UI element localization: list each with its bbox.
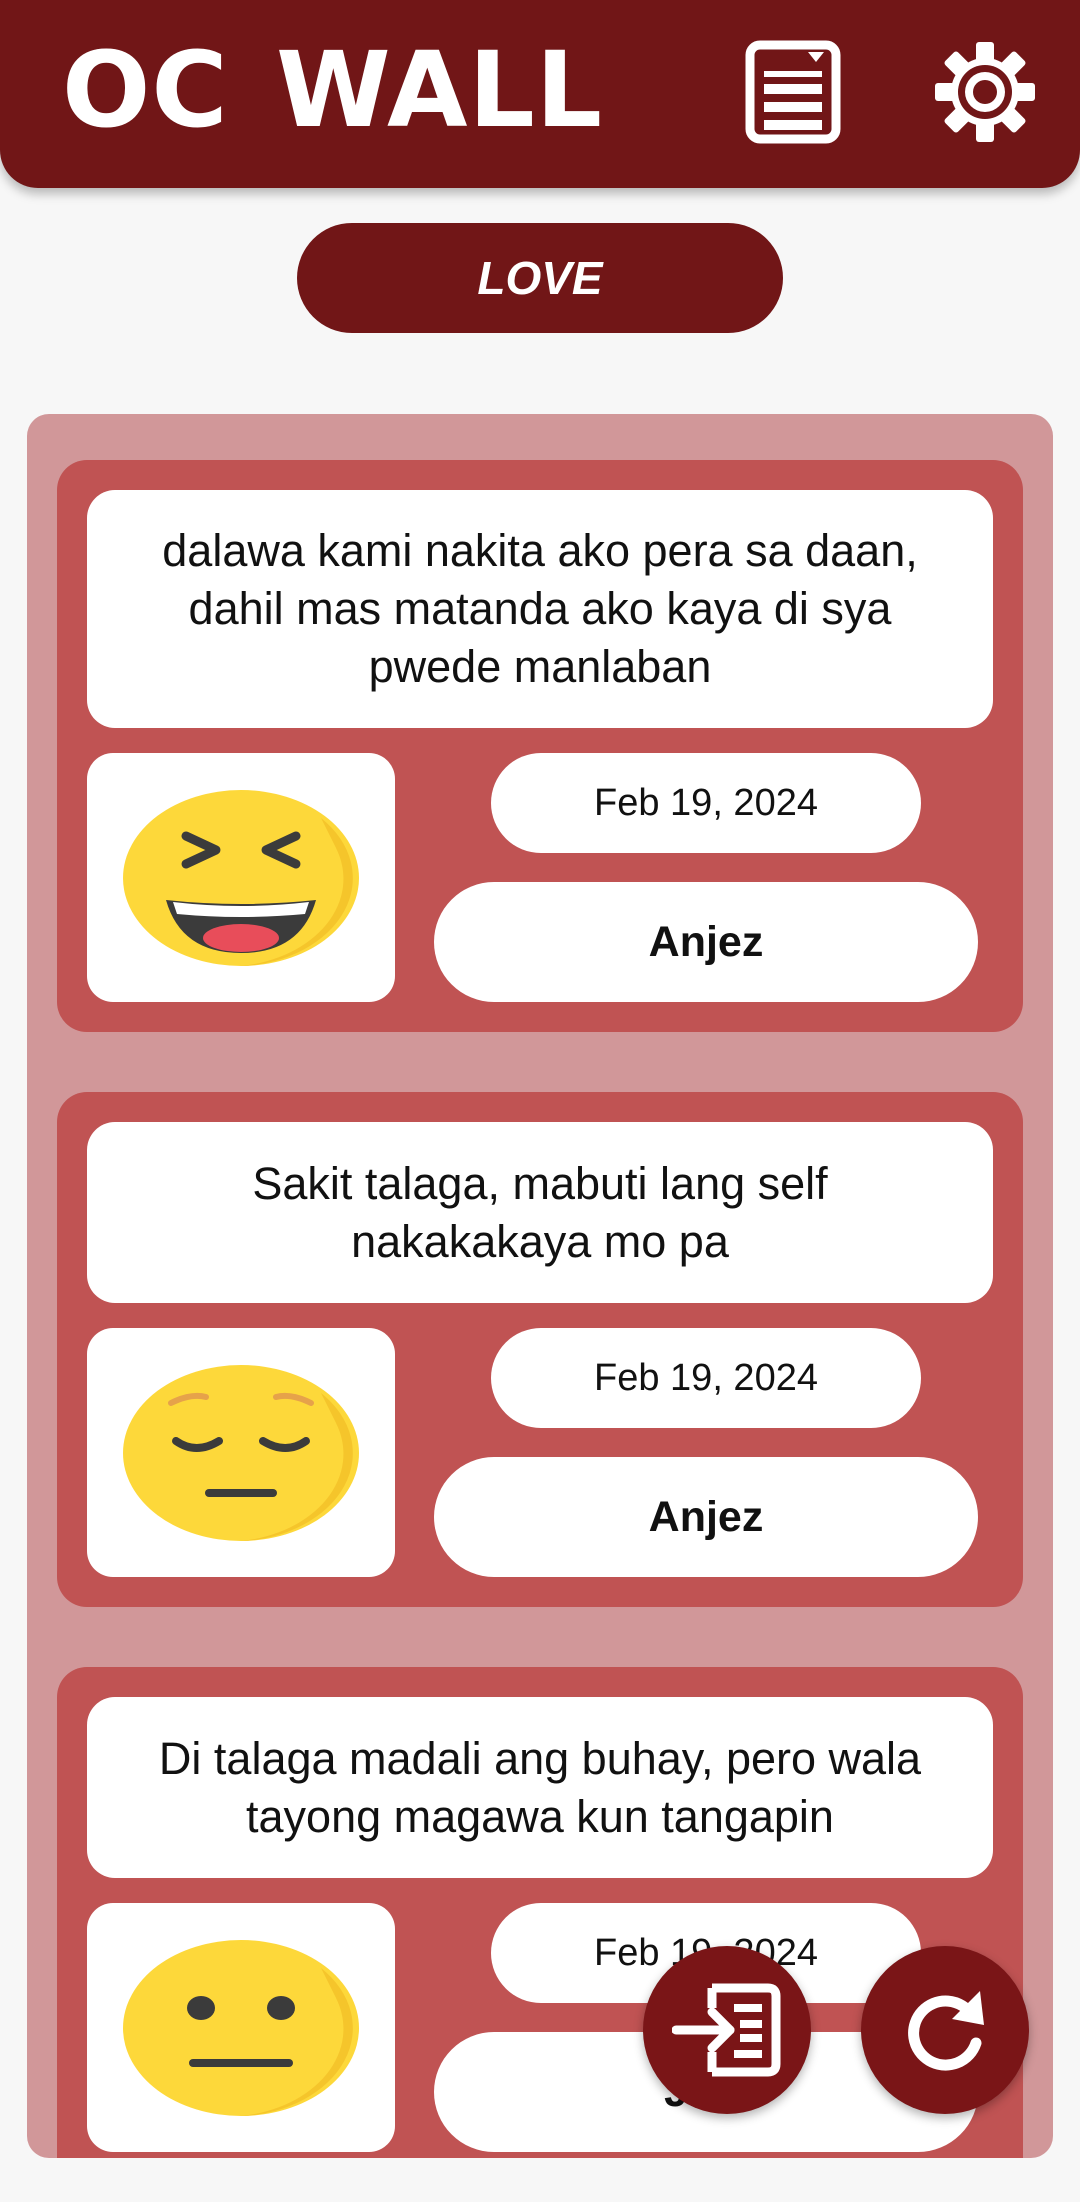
post-date: Feb 19, 2024 bbox=[491, 1328, 921, 1428]
post-card[interactable]: Di talaga madali ang buhay, pero wala ta… bbox=[57, 1667, 1023, 2158]
posts-feed[interactable]: dalawa kami nakita ako pera sa daan, dah… bbox=[27, 414, 1053, 2158]
gear-icon[interactable] bbox=[933, 40, 1037, 144]
post-author[interactable]: Anjez bbox=[434, 882, 978, 1002]
laughing-face-icon bbox=[87, 753, 395, 1002]
app-title: OC WALL bbox=[62, 29, 604, 151]
post-message: Sakit talaga, mabuti lang self nakakakay… bbox=[87, 1122, 993, 1303]
post-input-icon bbox=[672, 1983, 781, 2077]
add-post-button[interactable] bbox=[643, 1946, 811, 2114]
refresh-icon bbox=[908, 1991, 984, 2071]
post-card[interactable]: Sakit talaga, mabuti lang self nakakakay… bbox=[57, 1092, 1023, 1607]
refresh-button[interactable] bbox=[861, 1946, 1029, 2114]
document-list-icon[interactable] bbox=[745, 40, 841, 144]
post-date: Feb 19, 2024 bbox=[491, 753, 921, 853]
app-bar: OC WALL bbox=[0, 0, 1080, 188]
category-chip[interactable]: LOVE bbox=[297, 223, 783, 333]
neutral-face-icon bbox=[87, 1903, 395, 2152]
pensive-face-icon bbox=[87, 1328, 395, 1577]
post-message: Di talaga madali ang buhay, pero wala ta… bbox=[87, 1697, 993, 1878]
post-card[interactable]: dalawa kami nakita ako pera sa daan, dah… bbox=[57, 460, 1023, 1032]
post-author[interactable]: Anjez bbox=[434, 1457, 978, 1577]
post-message: dalawa kami nakita ako pera sa daan, dah… bbox=[87, 490, 993, 728]
